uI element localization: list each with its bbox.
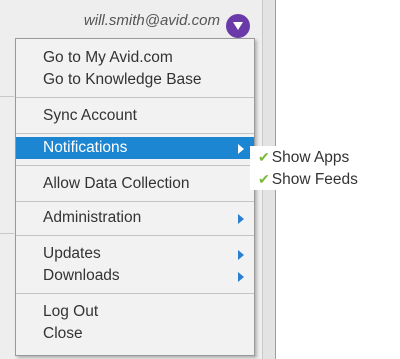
submenu-item-show-feeds[interactable]: ✔ Show Feeds	[258, 168, 358, 190]
menu-item-label: Log Out	[43, 303, 99, 320]
submenu-arrow-icon	[238, 250, 244, 260]
menu-item-label: Go to Knowledge Base	[43, 71, 202, 88]
background-line	[0, 96, 14, 97]
menu-item-label: Go to My Avid.com	[43, 49, 173, 66]
menu-separator	[16, 97, 254, 98]
submenu-item-show-apps[interactable]: ✔ Show Apps	[258, 146, 349, 168]
menu-separator	[16, 293, 254, 294]
menu-item-label: Updates	[43, 245, 101, 262]
menu-item-sync-account[interactable]: Sync Account	[16, 105, 254, 127]
user-email[interactable]: will.smith@avid.com	[84, 12, 220, 29]
menu-separator	[16, 201, 254, 202]
chevron-down-icon[interactable]	[226, 14, 250, 38]
menu-item-notifications[interactable]: Notifications	[16, 137, 254, 159]
submenu-arrow-icon	[238, 214, 244, 224]
menu-item-label: Close	[43, 325, 83, 342]
menu-item-allow-data-collection[interactable]: Allow Data Collection	[16, 173, 254, 195]
submenu-arrow-icon	[238, 144, 244, 154]
menu-item-label: Downloads	[43, 267, 120, 284]
menu-item-knowledge-base[interactable]: Go to Knowledge Base	[16, 69, 254, 91]
menu-item-updates[interactable]: Updates	[16, 243, 254, 265]
notifications-submenu: ✔ Show Apps ✔ Show Feeds	[250, 146, 380, 190]
menu-separator	[16, 165, 254, 166]
submenu-item-label: Show Apps	[271, 149, 350, 166]
background-line	[0, 233, 14, 234]
menu-item-downloads[interactable]: Downloads	[16, 265, 254, 287]
submenu-arrow-icon	[238, 272, 244, 282]
checkmark-icon: ✔	[258, 149, 270, 165]
menu-item-log-out[interactable]: Log Out	[16, 301, 254, 323]
menu-item-close[interactable]: Close	[16, 323, 254, 345]
menu-item-my-avid[interactable]: Go to My Avid.com	[16, 47, 254, 69]
user-bar: will.smith@avid.com	[0, 0, 262, 40]
submenu-item-label: Show Feeds	[271, 171, 358, 188]
menu-separator	[16, 133, 254, 134]
menu-item-label: Sync Account	[43, 107, 137, 124]
menu-item-label: Allow Data Collection	[43, 175, 190, 192]
menu-separator	[16, 235, 254, 236]
menu-item-label: Notifications	[43, 139, 128, 156]
menu-item-administration[interactable]: Administration	[16, 207, 254, 229]
account-menu: Go to My Avid.com Go to Knowledge Base S…	[15, 38, 255, 356]
checkmark-icon: ✔	[258, 171, 270, 187]
menu-item-label: Administration	[43, 209, 142, 226]
